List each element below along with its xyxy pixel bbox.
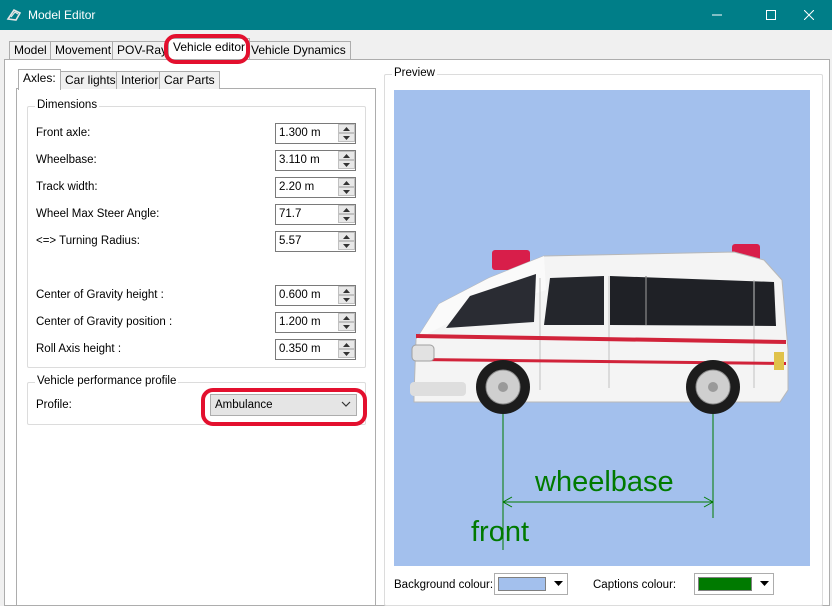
steer-angle-value: 71.7	[279, 208, 302, 220]
turning-radius-value: 5.57	[279, 235, 302, 247]
dropdown-arrow-icon	[554, 581, 563, 586]
track-width-value: 2.20 m	[279, 181, 315, 193]
close-icon	[804, 10, 814, 20]
spin-up-icon[interactable]	[338, 232, 355, 241]
steer-angle-label: Wheel Max Steer Angle:	[36, 208, 160, 220]
minimize-button[interactable]	[694, 0, 740, 30]
spin-up-icon[interactable]	[338, 286, 355, 295]
background-colour-swatch	[498, 577, 546, 591]
tab-axles[interactable]: Axles:	[18, 69, 61, 90]
captions-colour-label: Captions colour:	[593, 579, 677, 591]
spin-down-icon[interactable]	[338, 214, 355, 223]
front-caption: front	[471, 516, 530, 548]
profile-value: Ambulance	[215, 399, 273, 411]
captions-colour-swatch	[698, 577, 752, 591]
track-width-label: Track width:	[36, 181, 98, 193]
background-colour-picker[interactable]	[494, 573, 568, 595]
wheelbase-input[interactable]: 3.110 m	[275, 150, 356, 171]
track-width-input[interactable]: 2.20 m	[275, 177, 356, 198]
dropdown-arrow-icon	[760, 581, 769, 586]
tab-movement[interactable]: Movement	[50, 41, 117, 59]
preview-canvas: wheelbase front	[394, 90, 810, 566]
spin-down-icon[interactable]	[338, 187, 355, 196]
spin-up-icon[interactable]	[338, 340, 355, 349]
tab-vehicle-dynamics[interactable]: Vehicle Dynamics	[246, 41, 351, 59]
wheelbase-caption: wheelbase	[535, 466, 674, 498]
tab-interior[interactable]: Interior	[116, 71, 164, 89]
wheelbase-label: Wheelbase:	[36, 154, 97, 166]
cog-position-value: 1.200 m	[279, 316, 321, 328]
maximize-icon	[766, 10, 776, 20]
roll-axis-label: Roll Axis height :	[36, 343, 122, 355]
front-axle-input[interactable]: 1.300 m	[275, 123, 356, 144]
captions-colour-picker[interactable]	[694, 573, 774, 595]
tab-pov-ray[interactable]: POV-Ray	[112, 41, 173, 59]
title-bar: Model Editor	[0, 0, 832, 30]
spin-down-icon[interactable]	[338, 295, 355, 304]
tab-car-lights[interactable]: Car lights	[60, 71, 121, 89]
spin-up-icon[interactable]	[338, 313, 355, 322]
roll-axis-value: 0.350 m	[279, 343, 321, 355]
turning-radius-label: <=> Turning Radius:	[36, 235, 140, 247]
turning-radius-input[interactable]: 5.57	[275, 231, 356, 252]
spin-up-icon[interactable]	[338, 151, 355, 160]
cog-height-input[interactable]: 0.600 m	[275, 285, 356, 306]
front-axle-value: 1.300 m	[279, 127, 321, 139]
preview-legend: Preview	[392, 67, 437, 79]
window-title: Model Editor	[28, 8, 96, 22]
background-colour-label: Background colour:	[394, 579, 494, 591]
spin-down-icon[interactable]	[338, 322, 355, 331]
minimize-icon	[712, 14, 722, 16]
spin-up-icon[interactable]	[338, 178, 355, 187]
cog-height-label: Center of Gravity height :	[36, 289, 164, 301]
dimensions-legend: Dimensions	[35, 99, 100, 111]
spin-up-icon[interactable]	[338, 124, 355, 133]
wheelbase-value: 3.110 m	[279, 154, 320, 166]
spin-down-icon[interactable]	[338, 133, 355, 142]
spin-down-icon[interactable]	[338, 241, 355, 250]
cog-height-value: 0.600 m	[279, 289, 321, 301]
steer-angle-input[interactable]: 71.7	[275, 204, 356, 225]
profile-label: Profile:	[36, 399, 72, 411]
tab-model[interactable]: Model	[9, 41, 52, 59]
front-axle-label: Front axle:	[36, 127, 91, 139]
chevron-down-icon	[341, 401, 351, 407]
close-button[interactable]	[786, 0, 832, 30]
app-icon	[6, 7, 22, 23]
window-client: Model Movement POV-Ray Vehicle editor Ve…	[0, 30, 832, 606]
tab-vehicle-editor[interactable]: Vehicle editor	[168, 38, 251, 59]
cog-position-label: Center of Gravity position :	[36, 316, 173, 328]
spin-up-icon[interactable]	[338, 205, 355, 214]
performance-legend: Vehicle performance profile	[35, 375, 179, 387]
profile-select[interactable]: Ambulance	[210, 394, 357, 416]
roll-axis-input[interactable]: 0.350 m	[275, 339, 356, 360]
spin-down-icon[interactable]	[338, 160, 355, 169]
spin-down-icon[interactable]	[338, 349, 355, 358]
cog-position-input[interactable]: 1.200 m	[275, 312, 356, 333]
tab-car-parts[interactable]: Car Parts	[159, 71, 220, 89]
